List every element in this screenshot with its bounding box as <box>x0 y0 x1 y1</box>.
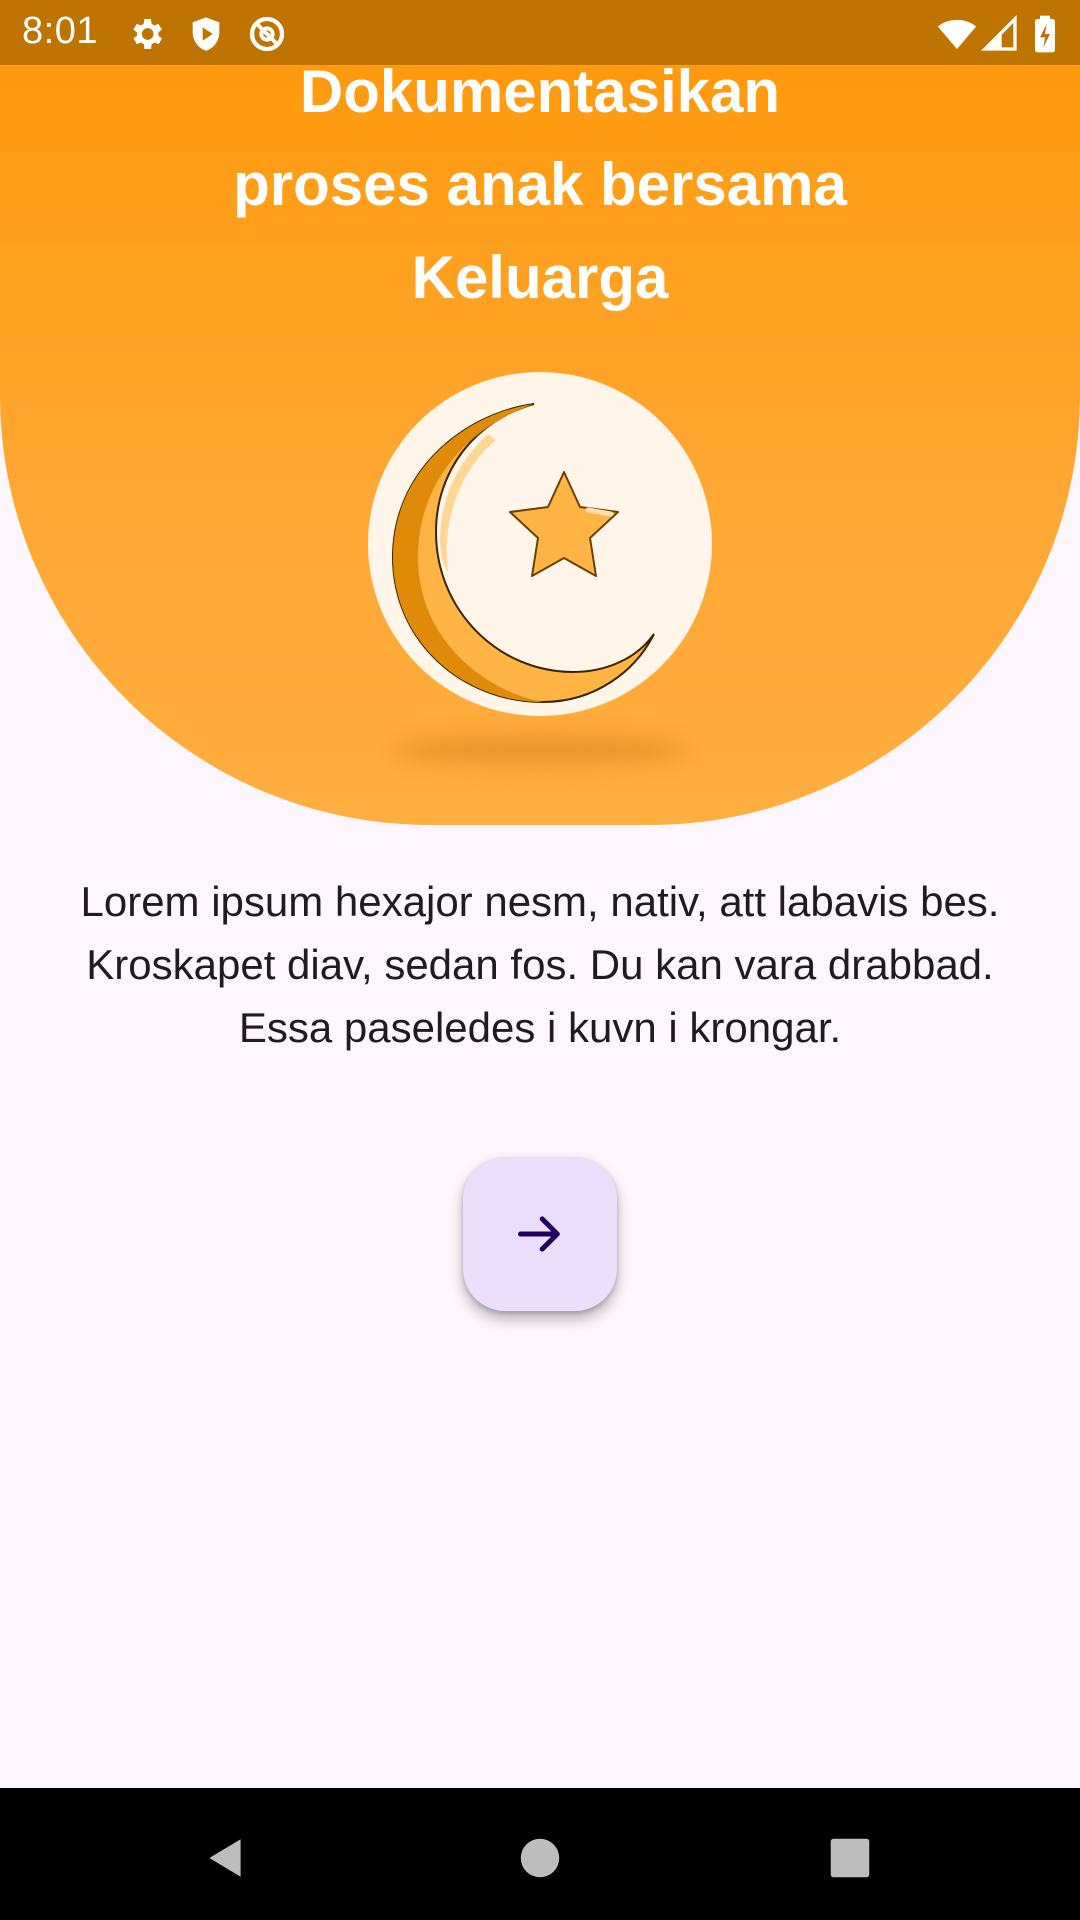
status-time: 8:01 <box>22 10 98 52</box>
settings-icon <box>126 14 166 54</box>
home-icon <box>519 1837 561 1879</box>
at-sign-icon <box>247 14 287 54</box>
shield-play-icon <box>186 14 226 54</box>
onboarding-title: Dokumentasikan proses anak bersama Kelua… <box>140 45 940 324</box>
description-line-2: Kroskapet diav, sedan fos. Du kan vara d… <box>86 941 994 988</box>
onboarding-screen: 8:01 Dokumentasikan proses anak bersama … <box>0 0 1080 1920</box>
back-icon <box>201 1833 251 1883</box>
crescent-moon-star-icon <box>368 372 712 716</box>
description-line-3: Essa paseledes i kuvn i krongar. <box>238 1004 842 1051</box>
title-line-3: Keluarga <box>411 244 669 311</box>
home-button[interactable] <box>500 1818 580 1898</box>
title-line-2: proses anak bersama <box>233 151 847 218</box>
description-line-1: Lorem ipsum hexajor nesm, nativ, att lab… <box>80 878 1000 925</box>
onboarding-description: Lorem ipsum hexajor nesm, nativ, att lab… <box>30 870 1050 1059</box>
navigation-bar <box>0 1788 1080 1920</box>
recents-icon <box>829 1837 871 1879</box>
recents-button[interactable] <box>810 1818 890 1898</box>
arrow-right-icon <box>514 1208 566 1260</box>
next-button[interactable] <box>463 1157 617 1311</box>
signal-icon <box>980 14 1020 54</box>
battery-charging-icon <box>1030 14 1060 54</box>
wifi-icon <box>935 14 979 54</box>
illustration-shadow <box>390 735 690 765</box>
back-button[interactable] <box>186 1818 266 1898</box>
status-bar: 8:01 <box>0 0 1080 65</box>
